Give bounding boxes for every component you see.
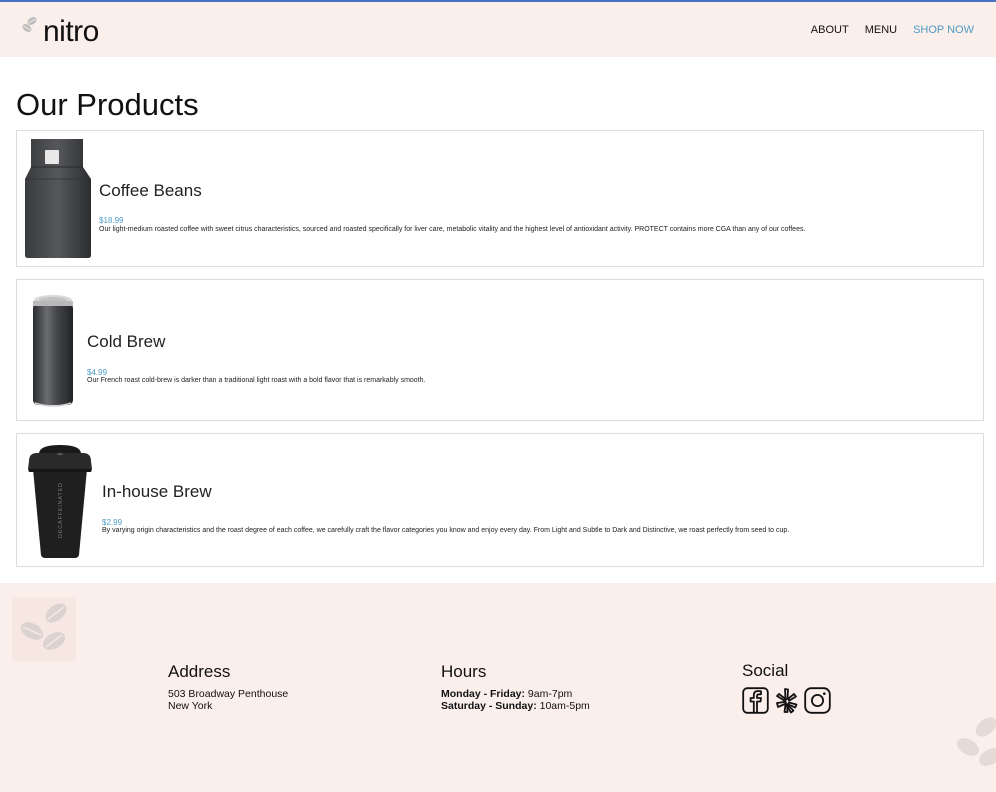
address-line-1: 503 Broadway Penthouse: [168, 688, 289, 700]
social-section: Social: [742, 661, 831, 714]
nav-about[interactable]: ABOUT: [811, 24, 849, 36]
hours-weekend-label: Saturday - Sunday:: [441, 700, 537, 712]
main-nav: ABOUT MENU SHOP NOW: [795, 24, 974, 36]
hours-weekend-value: 10am-5pm: [536, 700, 590, 712]
product-card[interactable]: Cold Brew $4.99 Our French roast cold-br…: [16, 279, 984, 421]
product-name: Coffee Beans: [99, 181, 202, 200]
hours-section: Hours Monday - Friday: 9am-7pm Saturday …: [441, 662, 590, 712]
address-section: Address 503 Broadway Penthouse New York: [168, 662, 288, 712]
can-icon: [33, 295, 73, 407]
product-price: $4.99: [87, 368, 108, 377]
product-card[interactable]: DECAFFEINATED In-house Brew $2.99 By var…: [16, 433, 984, 567]
hours-weekdays-value: 9am-7pm: [525, 688, 573, 700]
address-line-2: New York: [168, 700, 213, 712]
social-title: Social: [742, 661, 789, 680]
social-icons: [742, 687, 831, 714]
nav-shop-now[interactable]: SHOP NOW: [913, 24, 974, 36]
site-header: nitro ABOUT MENU SHOP NOW: [0, 2, 996, 57]
product-name: Cold Brew: [87, 332, 166, 351]
yelp-icon[interactable]: [773, 687, 800, 714]
product-description: Our light-medium roasted coffee with swe…: [99, 226, 806, 233]
hours-weekdays-label: Monday - Friday:: [441, 688, 526, 700]
nav-menu[interactable]: MENU: [865, 24, 897, 36]
coffee-beans-icon: [22, 17, 37, 32]
address-title: Address: [168, 662, 231, 681]
coffee-beans-icon: [12, 597, 76, 661]
facebook-icon[interactable]: [742, 687, 769, 714]
logo-text: nitro: [43, 15, 99, 48]
product-description: By varying origin characteristics and th…: [102, 527, 790, 534]
product-price: $2.99: [102, 518, 123, 527]
coffee-bag-icon: [25, 139, 91, 258]
cup-label: DECAFFEINATED: [58, 482, 64, 538]
coffee-beans-icon: [956, 717, 996, 766]
product-name: In-house Brew: [102, 482, 212, 501]
product-price: $18.99: [99, 216, 124, 225]
product-card[interactable]: Coffee Beans $18.99 Our light-medium roa…: [16, 130, 984, 267]
hours-weekend: Saturday - Sunday: 10am-5pm: [441, 700, 590, 712]
hours-weekdays: Monday - Friday: 9am-7pm: [441, 688, 590, 700]
coffee-cup-icon: DECAFFEINATED: [28, 445, 92, 558]
hours-title: Hours: [441, 662, 487, 681]
instagram-icon[interactable]: [804, 687, 831, 714]
site-footer: Address 503 Broadway Penthouse New York …: [0, 583, 996, 792]
page-title: Our Products: [16, 87, 199, 122]
product-description: Our French roast cold-brew is darker tha…: [87, 377, 426, 384]
